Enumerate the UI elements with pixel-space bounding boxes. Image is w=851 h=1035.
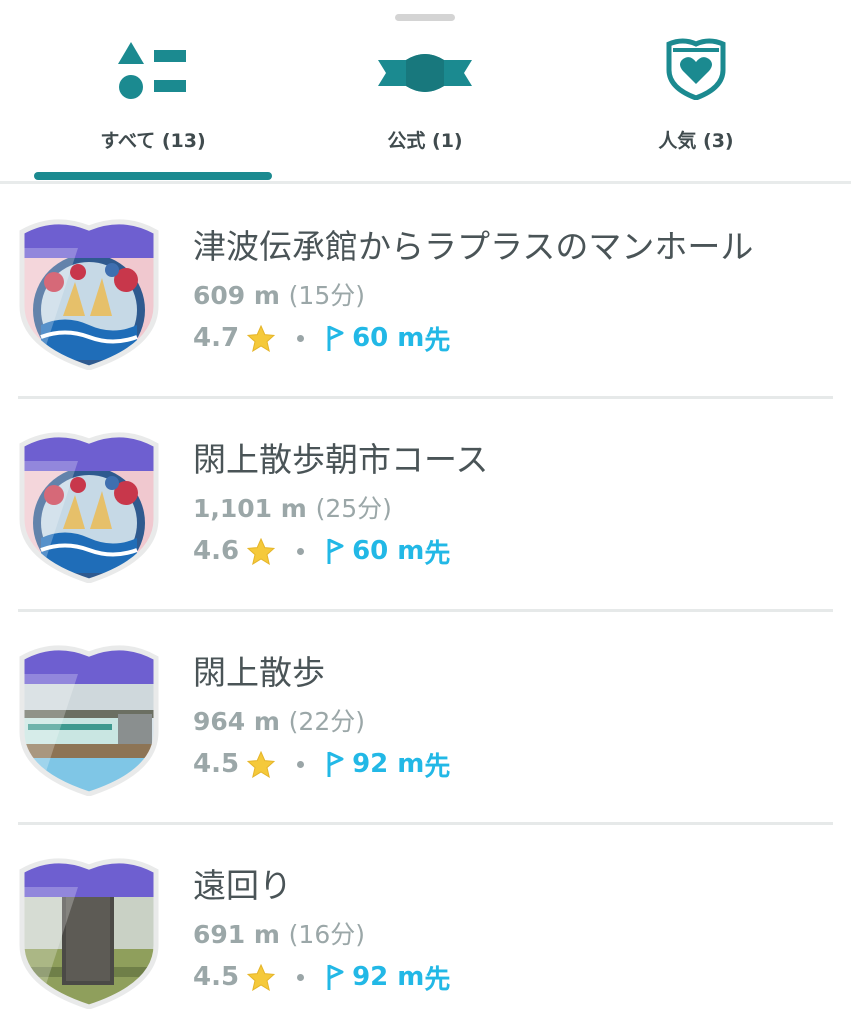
star-icon xyxy=(247,537,276,565)
heart-shield-icon xyxy=(665,36,727,104)
selected-tab-indicator xyxy=(34,172,272,180)
route-thumbnail xyxy=(18,849,160,1010)
separator-dot xyxy=(297,973,305,981)
tab-official[interactable]: 公式 (1) xyxy=(305,30,545,182)
route-name: 閖上散歩 xyxy=(193,653,325,692)
route-duration: (15分) xyxy=(288,281,365,310)
flag-icon xyxy=(326,963,344,991)
official-route-icon xyxy=(376,50,474,100)
route-meta: 4.5 92 m 先 xyxy=(193,744,450,784)
route-duration: (25分) xyxy=(315,494,392,523)
route-rating: 4.6 xyxy=(193,536,240,566)
route-rating: 4.5 xyxy=(193,749,240,779)
start-point-distance: 92 m xyxy=(352,962,425,992)
separator-dot xyxy=(297,334,305,342)
route-distance: 964 m (22分) xyxy=(193,702,365,738)
route-duration: (16分) xyxy=(288,920,365,949)
route-thumbnail xyxy=(18,423,160,584)
flag-icon xyxy=(326,537,344,565)
flag-icon xyxy=(326,750,344,778)
star-icon xyxy=(247,750,276,778)
route-list-item[interactable]: 閖上散歩 964 m (22分) 4.5 92 m 先 xyxy=(0,610,851,822)
route-meta: 4.7 60 m 先 xyxy=(193,318,450,358)
route-filter-tabs: すべて (13) 公式 (1) 人気 (3) xyxy=(0,30,851,182)
route-length: 691 m xyxy=(193,920,280,949)
route-length: 609 m xyxy=(193,281,280,310)
route-meta: 4.5 92 m 先 xyxy=(193,957,450,997)
separator-dot xyxy=(297,760,305,768)
start-point-suffix: 先 xyxy=(424,751,451,782)
route-rating: 4.7 xyxy=(193,323,240,353)
route-name: 遠回り xyxy=(193,866,292,905)
shapes-icon xyxy=(118,42,188,104)
tab-popular[interactable]: 人気 (3) xyxy=(576,30,816,182)
tab-all[interactable]: すべて (13) xyxy=(33,30,273,182)
route-rating: 4.5 xyxy=(193,962,240,992)
flag-icon xyxy=(326,324,344,352)
start-point-suffix: 先 xyxy=(424,325,451,356)
route-list-item[interactable]: 津波伝承館からラプラスのマンホール 609 m (15分) 4.7 60 m 先 xyxy=(0,184,851,396)
route-length: 1,101 m xyxy=(193,494,307,523)
start-point-distance: 60 m xyxy=(352,323,425,353)
tab-label: 人気 (3) xyxy=(658,130,734,152)
route-distance: 691 m (16分) xyxy=(193,915,365,951)
route-name: 津波伝承館からラプラスのマンホール xyxy=(193,227,754,266)
route-list-item[interactable]: 遠回り 691 m (16分) 4.5 92 m 先 xyxy=(0,823,851,1035)
star-icon xyxy=(247,963,276,991)
route-name: 閖上散歩朝市コース xyxy=(193,440,489,479)
route-length: 964 m xyxy=(193,707,280,736)
separator-dot xyxy=(297,547,305,555)
route-list-item[interactable]: 閖上散歩朝市コース 1,101 m (25分) 4.6 60 m 先 xyxy=(0,397,851,609)
start-point-distance: 92 m xyxy=(352,749,425,779)
route-duration: (22分) xyxy=(288,707,365,736)
route-thumbnail xyxy=(18,210,160,371)
tab-label: 公式 (1) xyxy=(387,130,463,152)
route-distance: 609 m (15分) xyxy=(193,276,365,312)
route-thumbnail xyxy=(18,636,160,797)
start-point-suffix: 先 xyxy=(424,964,451,995)
start-point-suffix: 先 xyxy=(424,538,451,569)
star-icon xyxy=(247,324,276,352)
start-point-distance: 60 m xyxy=(352,536,425,566)
route-meta: 4.6 60 m 先 xyxy=(193,531,450,571)
sheet-drag-handle[interactable] xyxy=(395,14,455,21)
route-distance: 1,101 m (25分) xyxy=(193,489,392,525)
tab-label: すべて (13) xyxy=(100,130,206,152)
